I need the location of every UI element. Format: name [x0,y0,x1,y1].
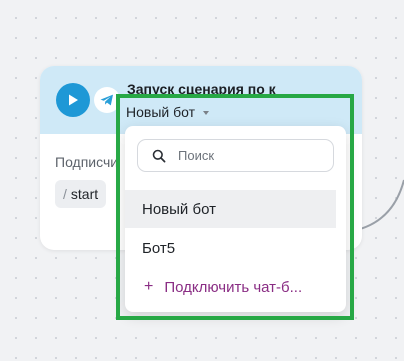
telegram-icon [100,94,113,106]
search-input[interactable] [178,148,328,163]
search-icon [152,149,166,162]
card-header: Запуск сценария по к Новый бот [40,66,362,134]
subscriptions-label: Подписчи [55,154,119,170]
card-title: Запуск сценария по к [127,81,276,97]
plus-icon: + [144,278,154,295]
trigger-command-chip[interactable]: / start [55,180,107,208]
command-prefix: / [63,186,67,202]
search-field[interactable] [137,139,334,172]
bot-dropdown-menu: Новый бот Бот5 + Подключить чат-б... [125,126,346,312]
connect-chatbot-button[interactable]: + Подключить чат-б... [125,268,346,306]
menu-item-new-bot[interactable]: Новый бот [125,190,336,228]
bot-selector[interactable]: Новый бот [126,102,210,122]
play-button[interactable] [56,83,90,117]
menu-item-bot5[interactable]: Бот5 [125,229,336,267]
telegram-badge [94,87,120,113]
bot-selector-value: Новый бот [126,104,196,120]
command-text: start [70,186,99,202]
chevron-down-icon [203,111,210,115]
connect-chatbot-label: Подключить чат-б... [164,278,303,296]
play-icon [69,94,78,106]
